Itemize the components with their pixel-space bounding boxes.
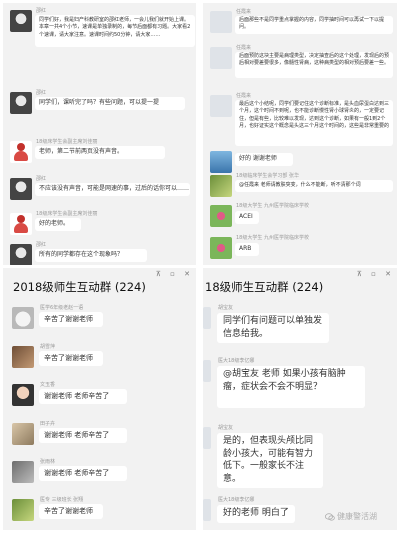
close-icon[interactable]: ✕ (385, 270, 391, 278)
chat-panel-bottom-left: ⊼ ▫ ✕ 2018级师生互动群 (224) 医学6年级老赵一语 辛苦了谢谢老师… (3, 268, 196, 530)
message-bubble[interactable]: 好的 谢谢老师 (235, 153, 293, 166)
sender-name: 任霞来 (236, 45, 252, 51)
message-bubble[interactable]: 所有的同学都存在这个现象吗？ (35, 249, 147, 262)
avatar[interactable] (10, 244, 32, 265)
message-bubble[interactable]: 辛苦了谢谢老师 (39, 504, 103, 519)
chat-message: 邵红 同学们，课听完了吗？有些问题，可以提一提 (3, 87, 196, 119)
sender-name: 医大18级李亿娜 (218, 497, 255, 503)
avatar[interactable] (12, 461, 34, 483)
message-bubble[interactable]: 辛苦了谢谢老师 (39, 351, 103, 366)
message-bubble[interactable]: 好的老师 明白了 (217, 505, 295, 523)
message-bubble[interactable]: ARB (235, 243, 259, 256)
chat-title: 2018级师生互动群 (224) (13, 280, 146, 294)
watermark: 健康警活湖 (325, 511, 377, 522)
message-bubble[interactable]: 是的，但表现头颅比同龄小孩大，可能有智力低下。一般家长不注意。 (217, 433, 323, 488)
message-bubble[interactable]: 后面预防这块主要是病理类型，决定抽查后的这个处理，发现后的预后相对要差要很多，像… (235, 52, 393, 78)
avatar[interactable] (10, 92, 32, 114)
message-bubble[interactable]: 谢谢老师 老师辛苦了 (39, 466, 127, 481)
sender-name: 邵红 (36, 242, 47, 248)
avatar[interactable] (203, 427, 211, 449)
sender-name: 张雨林 (40, 459, 56, 465)
avatar[interactable] (210, 95, 232, 117)
window-controls: ⊼ ▫ ✕ (350, 270, 391, 278)
message-bubble[interactable]: @任霞来 老师请教肤突变，什么不能断，听不清那个词 (235, 180, 393, 192)
watermark-text: 健康警活湖 (337, 512, 377, 521)
chat-message: 邵红 所有的同学都存在这个现象吗？ (3, 239, 196, 265)
chat-message: 18级床学生会副主席刘佳丽 好的老师。 (3, 208, 196, 240)
sender-name: 胡宝友 (218, 425, 234, 431)
sender-name: 18级临床学生会学习部 张华 (236, 173, 299, 179)
message-bubble[interactable]: 不应该没有声音，可能是网速的事，过后的话你可以…… (35, 183, 190, 196)
avatar[interactable] (210, 151, 232, 173)
message-bubble[interactable]: 老师，第二节前两页没有声音。 (35, 146, 165, 159)
avatar[interactable] (210, 11, 232, 33)
message-bubble[interactable]: 谢谢老师 老师辛苦了 (39, 389, 127, 404)
sender-name: 医学6年级老赵一语 (40, 305, 84, 311)
avatar[interactable] (10, 213, 32, 235)
minimize-icon[interactable]: ⊼ (357, 270, 362, 278)
sender-name: 任霞来 (236, 9, 252, 15)
chat-message: 邵红 同学们好，我是妇产科教研室的邵红老师，一会儿我们就开始上课。本章一共4个小… (3, 5, 196, 53)
wechat-icon (325, 512, 335, 521)
sender-name: 18级床学生会副主席刘佳丽 (36, 139, 98, 145)
message-bubble[interactable]: 最后这个小结呢，同学们要记住这个诊断标准，是头血尿蛋白达到三个月，这个时间不到呢… (235, 100, 393, 146)
chat-panel-top-right: 任霞来 后面那些不是同学重点掌握的内容，同学抽时间可以再试一下以提问。 任霞来 … (203, 3, 397, 265)
message-bubble[interactable]: 好的老师。 (35, 218, 81, 231)
avatar[interactable] (203, 360, 211, 382)
minimize-icon[interactable]: ⊼ (156, 270, 161, 278)
sender-name: 田子卉 (40, 421, 56, 427)
chat-message: 18级床学生会副主席刘佳丽 老师，第二节前两页没有声音。 (3, 136, 196, 168)
chat-panel-bottom-right: ⊼ ▫ ✕ 18级师生互动群 (224) 胡宝友 同学们有问题可以单独发信息给我… (203, 268, 397, 530)
sender-name: 医专 三级班长 张翔 (40, 497, 84, 503)
message-bubble[interactable]: 后面那些不是同学重点掌握的内容，同学抽时间可以再试一下以提问。 (235, 16, 393, 34)
sender-name: 邵红 (36, 8, 47, 14)
window-controls: ⊼ ▫ ✕ (149, 270, 190, 278)
message-bubble[interactable]: 同学们，课听完了吗？有些问题，可以提一提 (35, 97, 185, 110)
avatar[interactable] (12, 499, 34, 521)
maximize-icon[interactable]: ▫ (170, 270, 175, 278)
message-bubble[interactable]: 同学们好，我是妇产科教研室的邵红老师，一会儿我们就开始上课。本章一共4个小节，速… (35, 15, 195, 47)
sender-name: 18级大学生 九州医学院临床学校 (236, 203, 309, 209)
message-bubble[interactable]: 辛苦了谢谢老师 (39, 312, 103, 327)
avatar[interactable] (12, 423, 34, 445)
chat-panel-top-left: 邵红 同学们好，我是妇产科教研室的邵红老师，一会儿我们就开始上课。本章一共4个小… (3, 3, 196, 265)
avatar[interactable] (12, 307, 34, 329)
avatar[interactable] (203, 307, 211, 329)
sender-name: 18级大学生 九州医学院临床学校 (236, 235, 309, 241)
chat-title: 18级师生互动群 (224) (205, 280, 324, 294)
message-bubble[interactable]: @胡宝友 老师 如果小孩有脑肿瘤，症状会不会不明显？ (217, 366, 365, 408)
maximize-icon[interactable]: ▫ (371, 270, 376, 278)
sender-name: 胡雪萍 (40, 344, 56, 350)
sender-name: 胡宝友 (218, 305, 234, 311)
avatar[interactable] (210, 205, 232, 227)
avatar[interactable] (10, 141, 32, 163)
avatar[interactable] (210, 175, 232, 197)
avatar[interactable] (12, 384, 34, 406)
avatar[interactable] (203, 499, 211, 521)
avatar[interactable] (10, 10, 32, 32)
avatar[interactable] (210, 47, 232, 69)
message-bubble[interactable]: 同学们有问题可以单独发信息给我。 (217, 313, 329, 343)
chat-message: 邵红 不应该没有声音，可能是网速的事，过后的话你可以…… (3, 173, 196, 205)
sender-name: 邵红 (36, 176, 47, 182)
sender-name: 医大18级李亿娜 (218, 358, 255, 364)
sender-name: 任霞来 (236, 93, 252, 99)
avatar[interactable] (12, 346, 34, 368)
avatar[interactable] (10, 178, 32, 200)
message-bubble[interactable]: 谢谢老师 老师辛苦了 (39, 428, 127, 443)
avatar[interactable] (210, 237, 232, 259)
close-icon[interactable]: ✕ (184, 270, 190, 278)
sender-name: 邵红 (36, 90, 47, 96)
sender-name: 文玉香 (40, 382, 56, 388)
message-bubble[interactable]: ACEI (235, 211, 259, 224)
sender-name: 18级床学生会副主席刘佳丽 (36, 211, 98, 217)
